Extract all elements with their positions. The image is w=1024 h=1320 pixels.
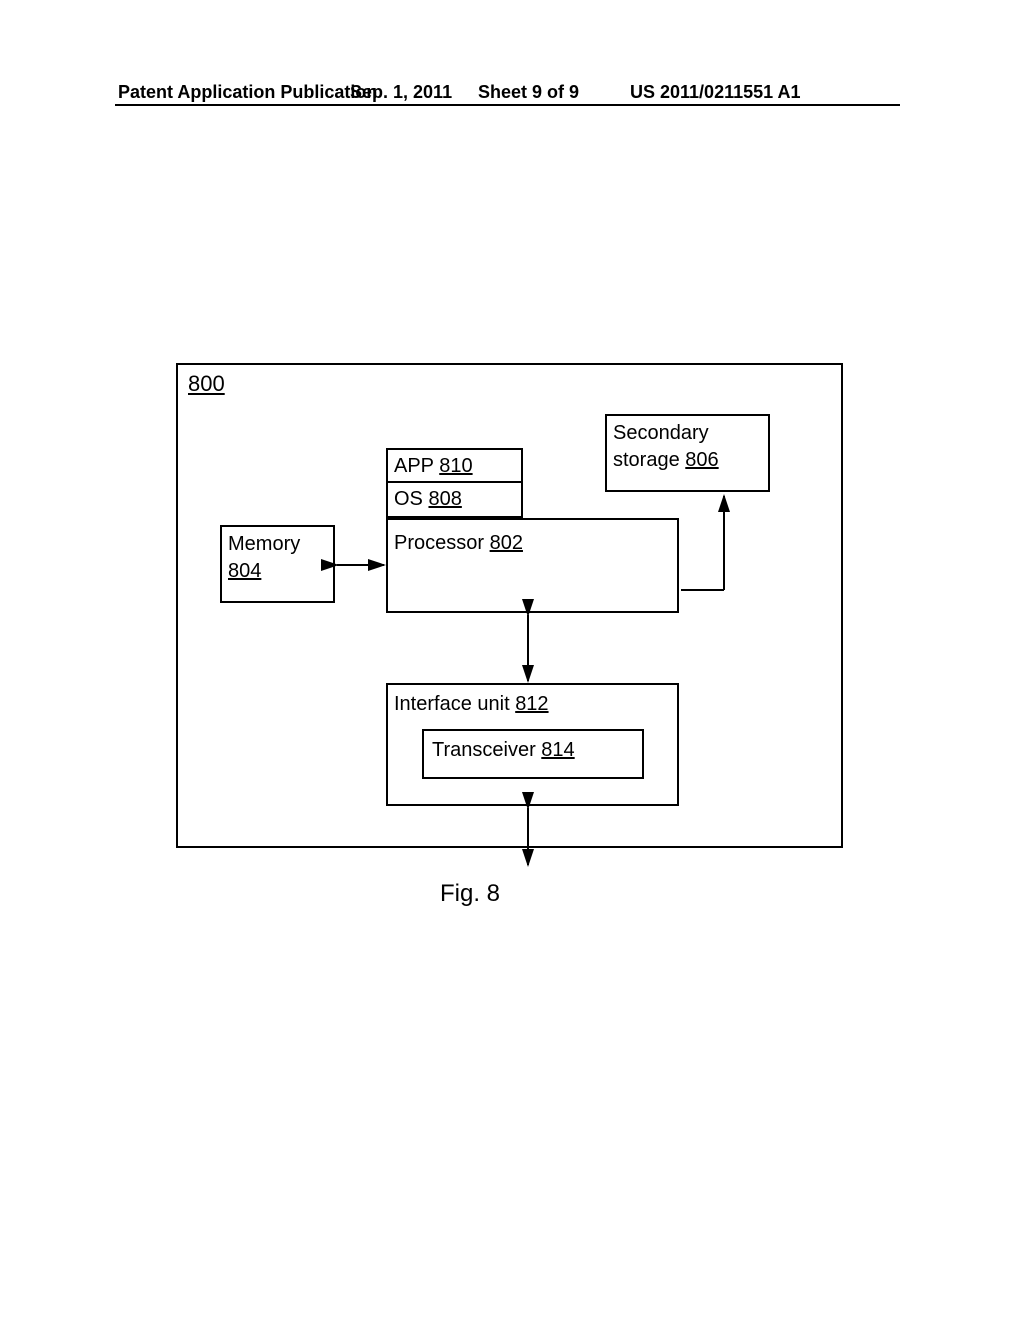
os-block: OS 808	[386, 483, 523, 518]
header-date: Sep. 1, 2011	[350, 82, 452, 103]
secondary-storage-block: Secondary storage 806	[605, 414, 770, 492]
transceiver-block: Transceiver 814	[422, 729, 644, 779]
header-publication: Patent Application Publication	[118, 82, 377, 103]
transceiver-num: 814	[541, 739, 574, 761]
system-block: 800 Secondary storage 806 APP 810 OS 808…	[176, 363, 843, 848]
app-label: APP	[394, 455, 434, 477]
processor-num: 802	[490, 532, 523, 554]
header-sheet: Sheet 9 of 9	[478, 82, 579, 103]
os-num: 808	[428, 488, 461, 510]
transceiver-label: Transceiver	[432, 739, 536, 761]
app-num: 810	[439, 455, 472, 477]
processor-block: Processor 802	[386, 518, 679, 613]
secondary-storage-num: 806	[685, 449, 718, 471]
figure-caption: Fig. 8	[440, 880, 500, 908]
interface-block: Interface unit 812 Transceiver 814	[386, 683, 679, 806]
memory-label: Memory	[228, 533, 300, 555]
app-block: APP 810	[386, 448, 523, 483]
header-rule	[115, 104, 900, 106]
processor-label: Processor	[394, 532, 484, 554]
page: Patent Application Publication Sep. 1, 2…	[0, 0, 1024, 1320]
interface-label: Interface unit	[394, 693, 510, 715]
system-ref: 800	[188, 371, 225, 397]
memory-num: 804	[228, 560, 261, 582]
memory-block: Memory 804	[220, 525, 335, 603]
interface-num: 812	[515, 693, 548, 715]
os-label: OS	[394, 488, 423, 510]
header-pubno: US 2011/0211551 A1	[630, 82, 800, 103]
